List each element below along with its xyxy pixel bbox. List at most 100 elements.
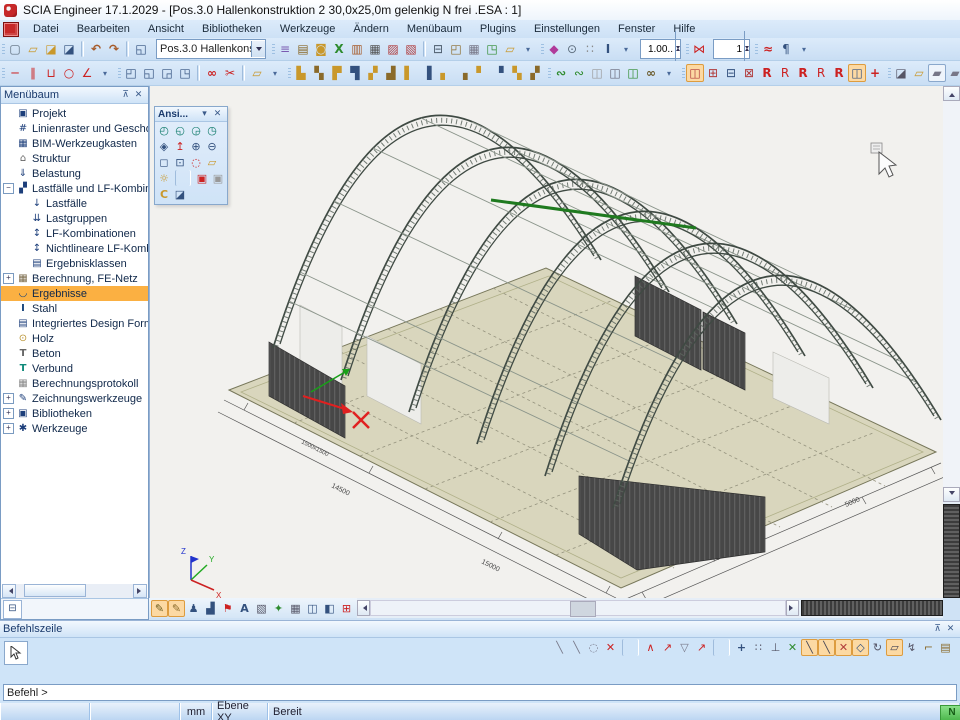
snap-line2-icon[interactable]: ╲: [568, 639, 585, 656]
scroll-thumb[interactable]: [24, 584, 86, 597]
sidebar-horizontal-scrollbar[interactable]: [2, 584, 147, 598]
layers-icon[interactable]: ◧: [321, 600, 338, 617]
toolbar-overflow-icon[interactable]: ▾: [795, 40, 813, 58]
statusbar-unit[interactable]: mm: [180, 703, 212, 720]
results-r2-icon[interactable]: R: [776, 64, 794, 82]
labels-abc-icon[interactable]: A: [236, 600, 253, 617]
separator[interactable]: [175, 170, 191, 186]
snap-ruler-icon[interactable]: ⌐: [920, 639, 937, 656]
snap-plane-icon[interactable]: ▱: [886, 639, 903, 656]
tree-item-lf-kombinationen[interactable]: ↕ LF-Kombinationen: [1, 226, 148, 241]
view-window-icon[interactable]: ◰: [122, 64, 140, 82]
command-input[interactable]: [3, 684, 957, 701]
scroll-down-icon[interactable]: [943, 487, 960, 502]
scroll-right-icon[interactable]: [133, 584, 147, 598]
zoom-out-icon[interactable]: ⊖: [204, 138, 220, 154]
document-edit-icon[interactable]: ▱: [501, 40, 519, 58]
tree-item-beton[interactable]: T Beton: [1, 346, 148, 361]
member-2d-icon[interactable]: ▚: [310, 64, 328, 82]
tree-expander-icon[interactable]: [3, 123, 14, 134]
viewport-horizontal-scrollbar[interactable]: [370, 600, 786, 616]
named-view2-icon[interactable]: ▰: [946, 64, 960, 82]
separator[interactable]: [81, 41, 84, 57]
zoom-in-icon[interactable]: ⊕: [188, 138, 204, 154]
tree-expander-icon[interactable]: [3, 333, 14, 344]
menu-item[interactable]: Plugins: [471, 21, 525, 37]
statusbar-plane[interactable]: Ebene XY: [212, 703, 268, 720]
tree-item-belastung[interactable]: ⇓ Belastung: [1, 166, 148, 181]
clipping-box-icon[interactable]: ▣: [194, 170, 210, 186]
close-icon[interactable]: ✕: [211, 108, 224, 121]
snap-line-icon[interactable]: ╲: [551, 639, 568, 656]
chevron-down-icon[interactable]: ▾: [198, 108, 211, 121]
column-icon[interactable]: ▛: [328, 64, 346, 82]
beam-icon[interactable]: ▜: [346, 64, 364, 82]
labels-members-icon[interactable]: ◫: [686, 64, 704, 82]
scroll-right-icon[interactable]: [786, 600, 799, 616]
undo-icon[interactable]: ↶: [87, 40, 105, 58]
numbering-icon[interactable]: ¶: [777, 40, 795, 58]
intersect-snap-icon[interactable]: ✕: [784, 639, 801, 656]
view-window3-icon[interactable]: ◲: [158, 64, 176, 82]
scroll-track[interactable]: [943, 101, 960, 487]
toolbar-overflow-icon[interactable]: ▾: [660, 64, 678, 82]
tree-item-holz[interactable]: ⊙ Holz: [1, 331, 148, 346]
perspective-person-icon[interactable]: ♟: [185, 600, 202, 617]
save-all-icon[interactable]: ◪: [42, 40, 60, 58]
tree-expander-icon[interactable]: [3, 348, 14, 359]
project-data-icon[interactable]: ◙: [312, 40, 330, 58]
menu-item[interactable]: Ansicht: [139, 21, 193, 37]
snap-delete-icon[interactable]: ✕: [602, 639, 619, 656]
tree-item-ergebnisklassen[interactable]: ▤ Ergebnisklassen: [1, 256, 148, 271]
cursor-snap-icon[interactable]: +: [733, 639, 750, 656]
select-pencil2-icon[interactable]: ✎: [168, 600, 185, 617]
shading-icon[interactable]: ✦: [270, 600, 287, 617]
dropdown-arrow-icon[interactable]: [251, 41, 265, 57]
tree-item-lastgruppen[interactable]: ⇊ Lastgruppen: [1, 211, 148, 226]
viewport-vertical-scrollbar[interactable]: [943, 86, 960, 598]
calculator-icon[interactable]: ◆: [545, 40, 563, 58]
load-panel-icon[interactable]: ▗: [454, 64, 472, 82]
axonometry-icon[interactable]: ◈: [156, 138, 172, 154]
tree-item-projekt[interactable]: ▣ Projekt: [1, 106, 148, 121]
view-side-icon[interactable]: ◵: [172, 122, 188, 138]
snap-mode4-icon[interactable]: ◇: [852, 639, 869, 656]
active-document-icon[interactable]: [3, 22, 19, 37]
grid-toggle-icon[interactable]: ⊞: [338, 600, 355, 617]
scale-spinner[interactable]: 1.00..: [640, 39, 681, 59]
units-icon[interactable]: ≡: [276, 40, 294, 58]
labels-supports-icon[interactable]: ⊟: [722, 64, 740, 82]
notes-icon[interactable]: ▥: [348, 40, 366, 58]
menu-item[interactable]: Bearbeiten: [68, 21, 139, 37]
deform-scale-icon[interactable]: ≈: [759, 40, 777, 58]
tree-expander-icon[interactable]: [3, 318, 14, 329]
snap-vertex-icon[interactable]: ∧: [642, 639, 659, 656]
tree-item-werkzeuge[interactable]: + ✱ Werkzeuge: [1, 421, 148, 436]
truss-member-icon[interactable]: ▘: [472, 64, 490, 82]
render-mode-icon[interactable]: ▧: [253, 600, 270, 617]
tree-item-stahl[interactable]: I Stahl: [1, 301, 148, 316]
tree-expander-icon[interactable]: [3, 363, 14, 374]
menu-item[interactable]: Fenster: [609, 21, 664, 37]
tree-item-lastfaelle-gruppe[interactable]: − ▞ Lastfälle und LF-Kombin.: [1, 181, 148, 196]
view-toolbar-header[interactable]: Ansi... ▾ ✕: [155, 107, 227, 122]
snap-table-icon[interactable]: ▤: [937, 639, 954, 656]
view-window4-icon[interactable]: ◳: [176, 64, 194, 82]
menu-item[interactable]: Datei: [24, 21, 68, 37]
menu-item[interactable]: Menübaum: [398, 21, 471, 37]
opening-icon[interactable]: ▌: [400, 64, 418, 82]
ortho-icon[interactable]: ⊥: [767, 639, 784, 656]
database-icon[interactable]: ▤: [294, 40, 312, 58]
view-axo-icon[interactable]: ◷: [204, 122, 220, 138]
hide-selection-icon[interactable]: ✂: [221, 64, 239, 82]
tree-expander-icon[interactable]: [17, 243, 28, 254]
tree-expander-icon[interactable]: [3, 168, 14, 179]
display-params-icon[interactable]: ◫: [304, 600, 321, 617]
menu-item[interactable]: Ändern: [344, 21, 397, 37]
rib-icon[interactable]: ▖: [436, 64, 454, 82]
results-r3-icon[interactable]: R: [794, 64, 812, 82]
toolbar-overflow-icon[interactable]: ▾: [617, 40, 635, 58]
dot-grid-icon[interactable]: ∷: [581, 40, 599, 58]
menu-item[interactable]: Einstellungen: [525, 21, 609, 37]
named-view-icon[interactable]: ▰: [928, 64, 946, 82]
